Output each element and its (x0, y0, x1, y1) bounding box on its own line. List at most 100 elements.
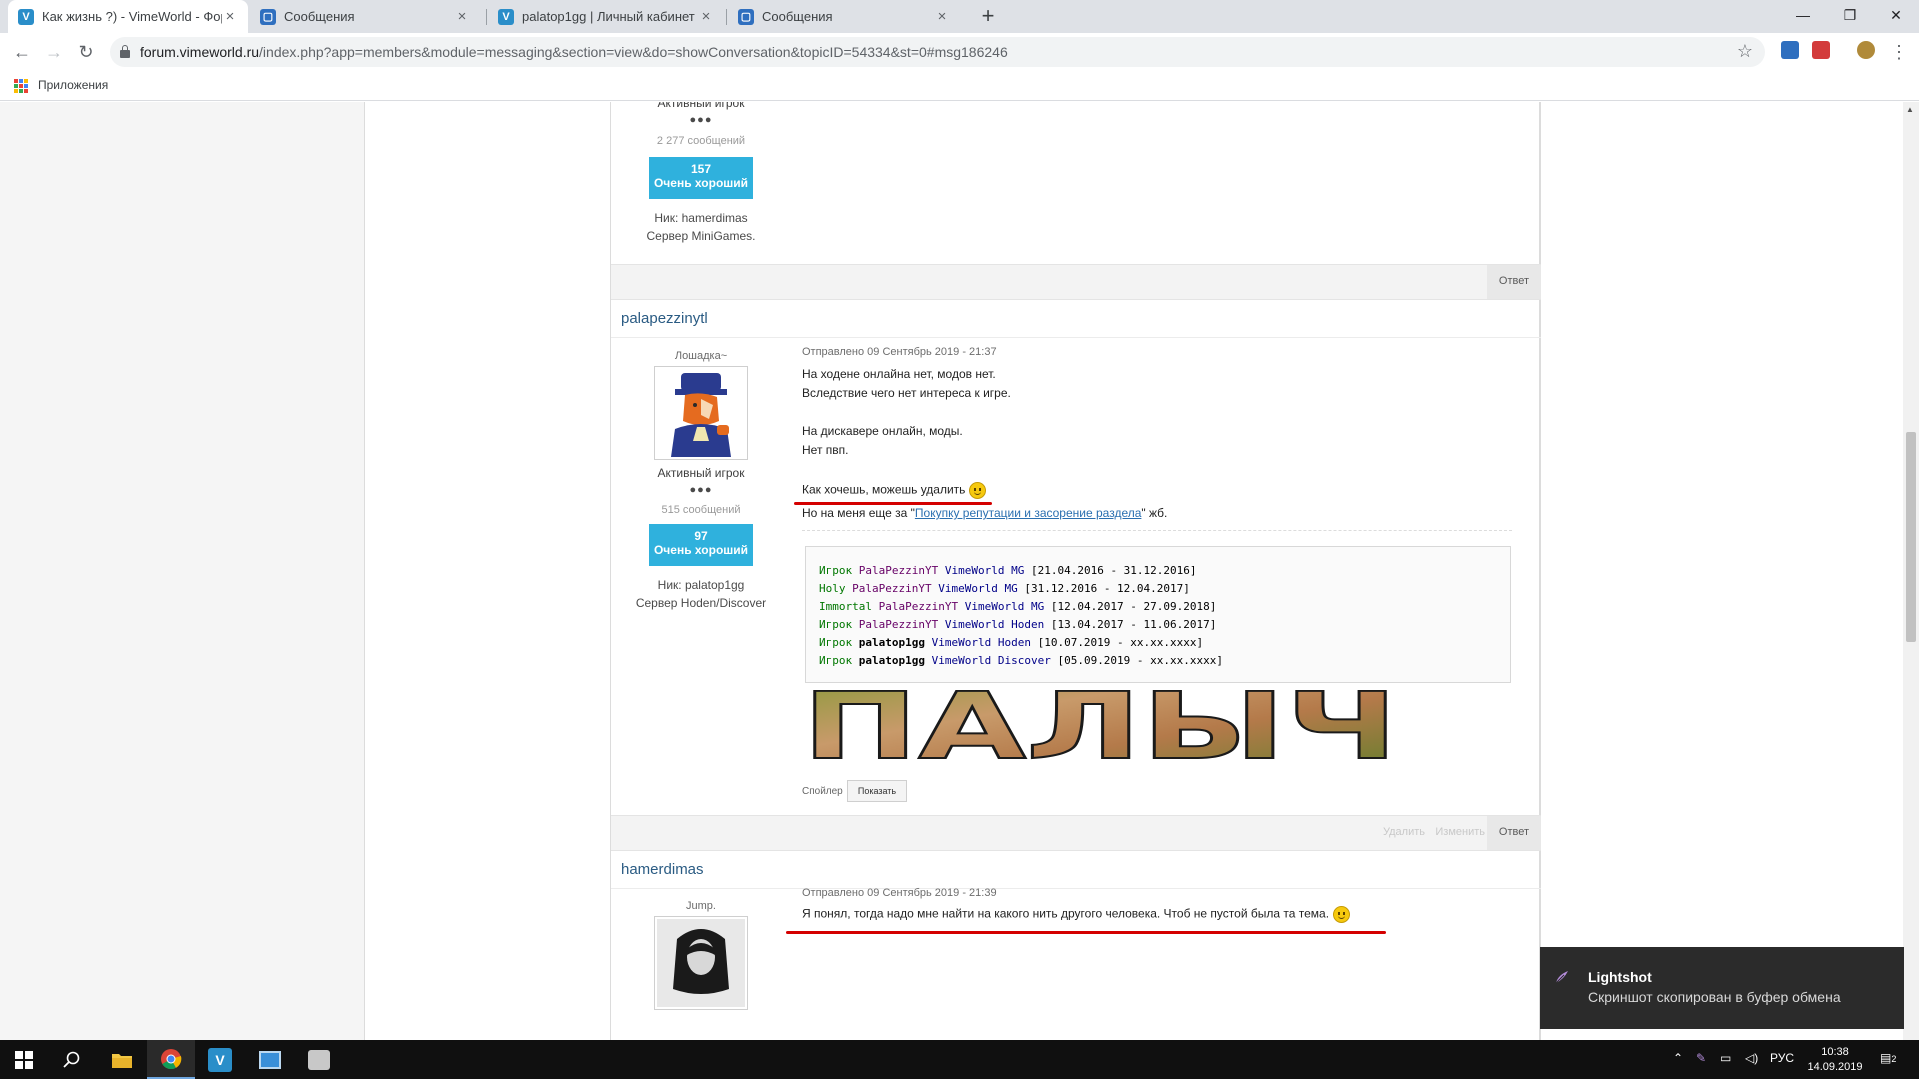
tab-1[interactable]: V Как жизнь ?) - VimeWorld - Фор × (8, 0, 248, 33)
new-tab-button[interactable]: + (975, 4, 1001, 30)
post-count[interactable]: 2 277 сообщений (611, 132, 791, 154)
post-count[interactable]: 515 сообщений (611, 502, 791, 522)
scrollbar-thumb[interactable] (1906, 432, 1916, 642)
smile-emoticon-icon (969, 482, 987, 499)
signature-banner-image: ПАЛЫЧ (802, 690, 1398, 764)
code-line: Игрок palatop1gg VimeWorld Discover [05.… (819, 654, 1224, 667)
post-date: Отправлено 09 Сентябрь 2019 - 21:37 (802, 346, 997, 358)
post-text: Как хочешь, можешь удалить (802, 482, 966, 497)
code-line: Holy PalaPezzinYT VimeWorld MG [31.12.20… (819, 582, 1190, 595)
start-button[interactable] (0, 1040, 48, 1079)
back-button[interactable]: ← (8, 38, 36, 66)
signature-codebox: Игрок PalaPezzinYT VimeWorld MG [21.04.2… (805, 546, 1511, 683)
reputation-badge: 97 Очень хороший (649, 524, 753, 566)
reply-button[interactable]: Ответ (1499, 826, 1529, 838)
vimeworld-icon: V (498, 8, 514, 25)
lightshot-tray-icon[interactable]: ✎ (1696, 1051, 1706, 1065)
post-author-link[interactable]: hamerdimas (621, 861, 704, 878)
reply-button[interactable]: Ответ (1499, 275, 1529, 287)
post-userinfo: Лошадка~ Активный игрок ●●● 515 сообщени… (611, 350, 791, 612)
reputation-badge: 157 Очень хороший (649, 157, 753, 199)
forward-button[interactable]: → (40, 38, 68, 66)
user-server: Сервер Hoden/Discover (635, 596, 767, 610)
user-rank: Активный игрок (657, 102, 745, 110)
language-indicator[interactable]: РУС (1770, 1051, 1794, 1065)
user-nick: Ник: hamerdimas (654, 211, 748, 225)
close-window-button[interactable]: ✕ (1873, 0, 1919, 30)
tray-overflow-chevron-icon[interactable]: ⌃ (1673, 1051, 1683, 1065)
avatar-image (657, 919, 745, 1007)
toast-message: Скриншот скопирован в буфер обмена (1588, 989, 1841, 1005)
clock-date: 14.09.2019 (1807, 1061, 1863, 1073)
close-icon[interactable]: × (454, 8, 470, 25)
address-bar[interactable]: forum.vimeworld.ru/index.php?app=members… (110, 37, 1765, 67)
reputation-complaint-link[interactable]: Покупку репутации и засорение раздела (915, 506, 1142, 520)
code-line: Immortal PalaPezzinYT VimeWorld MG [12.0… (819, 600, 1217, 613)
extension-icon[interactable] (1781, 41, 1799, 59)
browser-toolbar: ← → ↻ forum.vimeworld.ru/index.php?app=m… (0, 33, 1919, 71)
tab-2[interactable]: ▢ Сообщения × (250, 0, 480, 33)
post-date: Отправлено 09 Сентябрь 2019 - 21:39 (802, 887, 997, 899)
taskbar-app[interactable] (246, 1040, 294, 1079)
reputation-label: Очень хороший (653, 176, 749, 190)
tab-3[interactable]: V palatop1gg | Личный кабинет V × (488, 0, 724, 33)
edit-button[interactable]: Изменить (1435, 826, 1485, 838)
post-author-row: hamerdimas (611, 851, 1541, 889)
red-underline-annotation (786, 931, 1386, 934)
post-text-line: Я понял, тогда надо мне найти на какого … (802, 906, 1351, 923)
post-actions-bar: Удалить Изменить Ответ (611, 815, 1541, 851)
delete-button[interactable]: Удалить (1383, 826, 1425, 838)
lightshot-notification[interactable]: Lightshot Скриншот скопирован в буфер об… (1540, 947, 1904, 1029)
smile-emoticon-icon (1333, 906, 1351, 923)
windows-taskbar: V ⌃ ✎ ▭ ◁) РУС 10:38 14.09.2019 ▤2 (0, 1040, 1919, 1079)
lock-icon (120, 45, 130, 58)
taskbar-app-2[interactable] (295, 1040, 343, 1079)
post-author-link[interactable]: palapezzinytl (621, 310, 708, 327)
scroll-up-arrow-icon[interactable]: ▲ (1906, 105, 1914, 114)
chrome-icon (161, 1048, 182, 1069)
reload-button[interactable]: ↻ (72, 38, 100, 66)
spoiler-show-button[interactable]: Показать (847, 780, 907, 802)
tab-separator (486, 9, 487, 25)
user-title: Лошадка~ (674, 350, 728, 362)
menu-kebab-icon[interactable]: ⋮ (1885, 38, 1913, 66)
restore-button[interactable]: ❐ (1827, 0, 1873, 30)
network-icon[interactable]: ▭ (1720, 1051, 1731, 1065)
search-button[interactable] (48, 1040, 96, 1079)
avatar[interactable] (654, 916, 748, 1010)
apps-bookmark[interactable]: Приложения (38, 78, 108, 92)
tab-title: Как жизнь ?) - VimeWorld - Фор (42, 9, 222, 24)
svg-text:ПАЛЫЧ: ПАЛЫЧ (802, 690, 1398, 764)
tab-strip: V Как жизнь ?) - VimeWorld - Фор × ▢ Соо… (0, 0, 1919, 33)
profile-avatar-icon[interactable] (1857, 41, 1875, 59)
url-text: forum.vimeworld.ru/index.php?app=members… (140, 44, 1008, 60)
post-text: Я понял, тогда надо мне найти на какого … (802, 906, 1330, 921)
volume-icon[interactable]: ◁) (1745, 1051, 1758, 1065)
notifications-icon[interactable]: ▤2 (1880, 1051, 1896, 1065)
apps-grid-icon[interactable] (14, 79, 28, 93)
close-icon[interactable]: × (698, 8, 714, 25)
bookmark-star-icon[interactable]: ☆ (1737, 41, 1753, 62)
top-post-userinfo: Активный игрок ●●● 2 277 сообщений 157 О… (611, 102, 791, 245)
close-icon[interactable]: × (222, 8, 238, 25)
search-icon (63, 1051, 80, 1068)
post-text-line: Как хочешь, можешь удалить (802, 482, 987, 499)
avatar[interactable] (654, 366, 748, 460)
tab-separator (726, 9, 727, 25)
folder-icon (112, 1053, 132, 1068)
taskbar-vimeworld[interactable]: V (196, 1040, 244, 1079)
post-text: Но на меня еще за " (802, 506, 915, 520)
reputation-value: 97 (694, 529, 708, 543)
user-rank: Активный игрок (657, 466, 745, 480)
post-text-line: На дискавере онлайн, моды. (802, 424, 963, 438)
taskbar-file-explorer[interactable] (98, 1040, 146, 1079)
extension-record-icon[interactable] (1812, 41, 1830, 59)
toast-title: Lightshot (1588, 969, 1652, 985)
minimize-button[interactable]: — (1780, 0, 1826, 30)
close-icon[interactable]: × (934, 8, 950, 25)
rank-pips: ●●● (689, 114, 713, 126)
taskbar-chrome[interactable] (147, 1040, 195, 1079)
post-body: Отправлено 09 Сентябрь 2019 - 21:39 Я по… (786, 887, 1522, 967)
tab-4[interactable]: ▢ Сообщения × (728, 0, 960, 33)
clock[interactable]: 10:38 14.09.2019 (1800, 1045, 1870, 1075)
